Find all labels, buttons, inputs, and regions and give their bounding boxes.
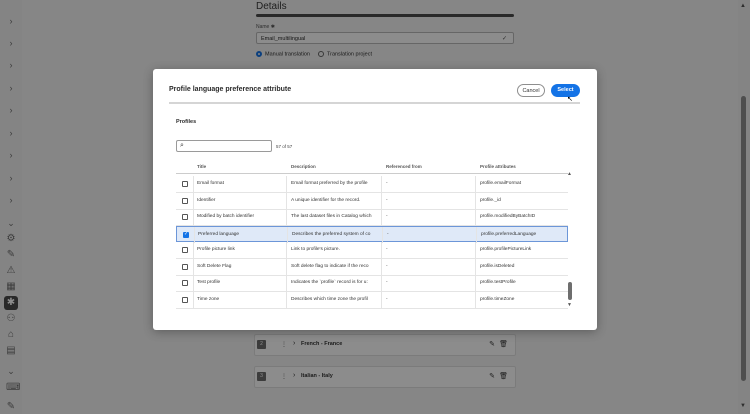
row-referenced-from: -	[386, 197, 388, 203]
row-description: Email format preferred by the profile	[291, 181, 368, 186]
row-referenced-from: -	[386, 296, 388, 302]
profile-attribute-dialog: Profile language preference attribute Ca…	[153, 69, 597, 330]
scroll-up-icon[interactable]: ▲	[567, 171, 572, 177]
row-checkbox[interactable]	[182, 263, 188, 270]
row-profile-attribute: profile.emailFormat	[480, 181, 522, 186]
scrollbar-thumb[interactable]	[568, 282, 572, 300]
row-title: Test profile	[197, 280, 221, 285]
row-profile-attribute: profile._id	[480, 197, 501, 203]
row-profile-attribute: profile.modifiedByBatchID	[480, 214, 536, 219]
row-referenced-from: -	[386, 263, 388, 269]
column-separator	[476, 226, 477, 243]
row-description: Link to profile's picture.	[291, 247, 340, 252]
column-separator	[382, 226, 383, 243]
row-referenced-from: -	[386, 280, 388, 285]
search-input[interactable]: ⌕	[176, 140, 272, 152]
column-separator	[475, 209, 476, 225]
table-scrollbar[interactable]: ▲ ▼	[567, 171, 573, 310]
column-separator	[381, 258, 382, 275]
column-separator	[286, 176, 287, 192]
column-separator	[381, 209, 382, 225]
column-separator	[475, 192, 476, 209]
row-referenced-from: -	[386, 214, 388, 219]
column-separator	[475, 291, 476, 308]
row-description: Indicates the `profile` record is for u:	[291, 280, 368, 285]
column-separator	[193, 291, 194, 308]
row-title: Soft Delete Flag	[197, 263, 232, 269]
column-separator	[194, 226, 195, 243]
row-title: Identifier	[197, 197, 216, 203]
search-icon: ⌕	[180, 142, 184, 149]
column-separator	[286, 258, 287, 275]
column-header-profile-attributes[interactable]: Profile attributes	[480, 160, 516, 173]
row-title: Time zone	[197, 296, 220, 302]
header-divider	[169, 102, 580, 104]
column-header-description[interactable]: Description	[291, 160, 316, 173]
row-description: The last dataset files in Catalog which	[291, 214, 372, 219]
column-separator	[286, 275, 287, 291]
column-separator	[193, 176, 194, 192]
row-profile-attribute: profile.timeZone	[480, 296, 515, 302]
table-row[interactable]: Test profile Indicates the `profile` reco…	[176, 275, 568, 292]
row-referenced-from: -	[387, 231, 389, 237]
row-referenced-from: -	[386, 181, 388, 186]
column-separator	[193, 192, 194, 209]
row-profile-attribute: profile.profilePictureLink	[480, 247, 532, 252]
row-referenced-from: -	[386, 247, 388, 252]
row-title: Preferred language	[198, 231, 240, 237]
column-separator	[475, 275, 476, 291]
row-checkbox[interactable]	[183, 231, 189, 238]
dialog-title: Profile language preference attribute	[169, 86, 292, 93]
row-description: Describes which time zone the profil	[291, 296, 368, 302]
row-profile-attribute: profile.isDeleted	[480, 263, 515, 269]
column-separator	[381, 291, 382, 308]
column-separator	[381, 176, 382, 192]
row-checkbox[interactable]	[182, 296, 188, 303]
row-profile-attribute: profile.preferredLanguage	[481, 231, 537, 237]
row-title: Modified by batch identifier	[197, 214, 255, 219]
row-description: A unique identifier for the record.	[291, 197, 361, 203]
column-separator	[193, 242, 194, 258]
column-separator	[286, 209, 287, 225]
row-description: Soft delete flag to indicate if the reco	[291, 263, 369, 269]
table-row[interactable]: Soft Delete Flag Soft delete flag to indi…	[176, 258, 568, 276]
column-separator	[381, 192, 382, 209]
table-row[interactable]: Modified by batch identifier The last dat…	[176, 209, 568, 226]
row-checkbox[interactable]	[182, 197, 188, 204]
column-separator	[287, 226, 288, 243]
table-row[interactable]: Identifier A unique identifier for the re…	[176, 192, 568, 210]
table-row[interactable]: Time zone Describes which time zone the p…	[176, 291, 568, 309]
profiles-section-title: Profiles	[176, 119, 197, 125]
column-separator	[381, 275, 382, 291]
row-description: Describes the preferred system of co	[292, 231, 371, 237]
column-separator	[193, 258, 194, 275]
column-separator	[193, 275, 194, 291]
row-title: Profile picture link	[197, 247, 235, 252]
row-profile-attribute: profile.testProfile	[480, 280, 516, 285]
column-header-title[interactable]: Title	[197, 160, 206, 173]
scroll-down-icon[interactable]: ▼	[567, 302, 572, 308]
row-title: Email format	[197, 181, 224, 186]
row-checkbox[interactable]	[182, 280, 188, 286]
table-row[interactable]: Preferred language Describes the preferre…	[176, 225, 568, 243]
column-separator	[286, 192, 287, 209]
column-separator	[286, 242, 287, 258]
column-header-referenced-from[interactable]: Referenced from	[386, 160, 422, 173]
table-row[interactable]: Email format Email format preferred by th…	[176, 176, 568, 193]
column-separator	[475, 258, 476, 275]
table-row[interactable]: Profile picture link Link to profile's pi…	[176, 242, 568, 259]
column-separator	[193, 209, 194, 225]
cancel-button[interactable]: Cancel	[517, 84, 545, 97]
select-button[interactable]: Select	[551, 84, 580, 97]
column-separator	[475, 176, 476, 192]
column-separator	[286, 291, 287, 308]
header-divider	[176, 173, 568, 174]
row-checkbox[interactable]	[182, 181, 188, 187]
column-separator	[475, 242, 476, 258]
results-count: 57 of 57	[276, 144, 293, 149]
column-separator	[381, 242, 382, 258]
row-checkbox[interactable]	[182, 214, 188, 220]
row-checkbox[interactable]	[182, 247, 188, 253]
